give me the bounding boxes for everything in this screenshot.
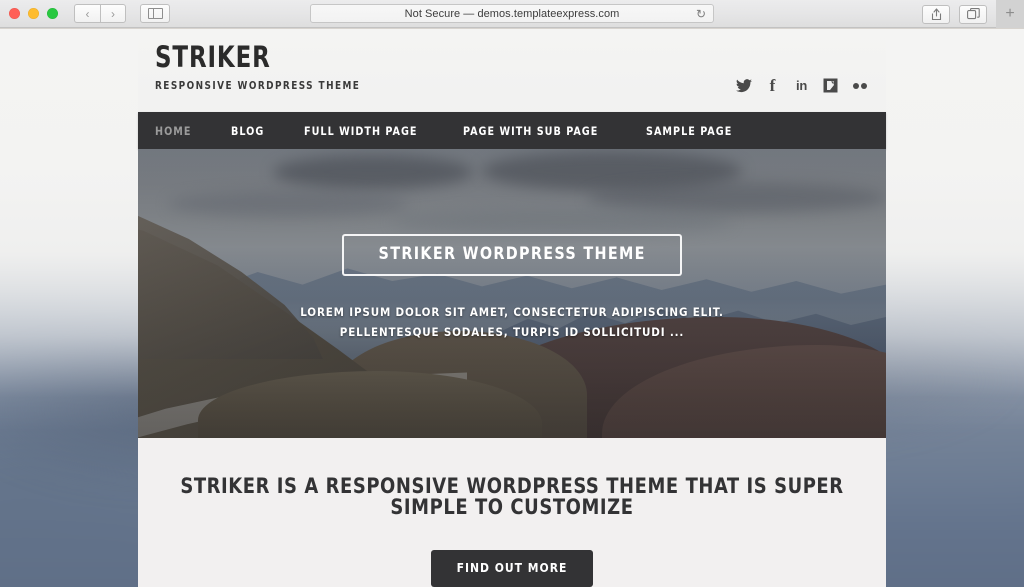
hero-content: STRIKER WORDPRESS THEME LOREM IPSUM DOLO… xyxy=(138,234,886,342)
site-brand[interactable]: STRIKER RESPONSIVE WORDPRESS THEME xyxy=(155,40,383,92)
share-icon xyxy=(931,7,941,20)
new-tab-button[interactable]: + xyxy=(996,0,1024,28)
nav-item-sample-page[interactable]: SAMPLE PAGE xyxy=(646,124,732,138)
nav-item-full-width-page[interactable]: FULL WIDTH PAGE xyxy=(304,124,417,138)
nav-item-page-with-sub-page[interactable]: PAGE WITH SUB PAGE xyxy=(463,124,598,138)
address-bar[interactable]: Not Secure — demos.templateexpress.com ↻ xyxy=(310,4,714,23)
site-title: STRIKER xyxy=(155,40,271,74)
navigation-buttons: ‹ › xyxy=(74,4,126,23)
sidebar-icon xyxy=(147,8,163,19)
page-background-right xyxy=(886,29,1024,587)
hero-subtitle: LOREM IPSUM DOLOR SIT AMET, CONSECTETUR … xyxy=(300,305,724,340)
back-button[interactable]: ‹ xyxy=(74,4,100,23)
intro-section: STRIKER IS A RESPONSIVE WORDPRESS THEME … xyxy=(138,438,886,587)
plus-icon: + xyxy=(1005,5,1015,22)
share-button[interactable] xyxy=(922,4,950,24)
show-tabs-button[interactable] xyxy=(959,4,987,24)
google-plus-icon[interactable] xyxy=(822,77,839,94)
intro-headline: STRIKER IS A RESPONSIVE WORDPRESS THEME … xyxy=(180,474,844,519)
flickr-icon[interactable] xyxy=(851,77,868,94)
zoom-window-button[interactable] xyxy=(47,8,58,19)
linkedin-icon[interactable]: in xyxy=(793,77,810,94)
find-out-more-button[interactable]: FIND OUT MORE xyxy=(430,550,594,587)
site-tagline: RESPONSIVE WORDPRESS THEME xyxy=(155,79,361,92)
facebook-icon[interactable]: f xyxy=(764,77,781,94)
desktop: ‹ › Not Secure — demos.templateexpress.c… xyxy=(0,0,1024,587)
hero-title-box: STRIKER WORDPRESS THEME xyxy=(341,234,683,276)
forward-button[interactable]: › xyxy=(100,4,126,23)
address-bar-text: Not Secure — demos.templateexpress.com xyxy=(404,7,620,20)
minimize-window-button[interactable] xyxy=(28,8,39,19)
nav-item-blog[interactable]: BLOG xyxy=(231,124,264,138)
window-controls xyxy=(9,8,58,19)
browser-toolbar: ‹ › Not Secure — demos.templateexpress.c… xyxy=(0,0,1024,28)
browser-window: ‹ › Not Secure — demos.templateexpress.c… xyxy=(0,0,1024,587)
reload-icon[interactable]: ↻ xyxy=(696,8,706,20)
sidebar-toggle-button[interactable] xyxy=(140,4,170,23)
tabs-icon xyxy=(966,8,980,20)
close-window-button[interactable] xyxy=(9,8,20,19)
page-background-left xyxy=(0,29,138,587)
hero-banner: STRIKER WORDPRESS THEME LOREM IPSUM DOLO… xyxy=(138,149,886,438)
site-container: STRIKER RESPONSIVE WORDPRESS THEME f in … xyxy=(138,29,886,587)
chevron-left-icon: ‹ xyxy=(85,6,90,21)
chevron-right-icon: › xyxy=(111,6,115,21)
toolbar-right-group: + xyxy=(922,0,1024,28)
page-viewport: STRIKER RESPONSIVE WORDPRESS THEME f in … xyxy=(0,29,1024,587)
twitter-icon[interactable] xyxy=(735,77,752,94)
social-links: f in xyxy=(735,77,868,94)
main-navigation: HOME BLOG FULL WIDTH PAGE PAGE WITH SUB … xyxy=(138,112,886,149)
hero-title: STRIKER WORDPRESS THEME xyxy=(378,244,646,264)
nav-item-home[interactable]: HOME xyxy=(155,124,191,138)
site-header: STRIKER RESPONSIVE WORDPRESS THEME f in xyxy=(138,29,886,112)
